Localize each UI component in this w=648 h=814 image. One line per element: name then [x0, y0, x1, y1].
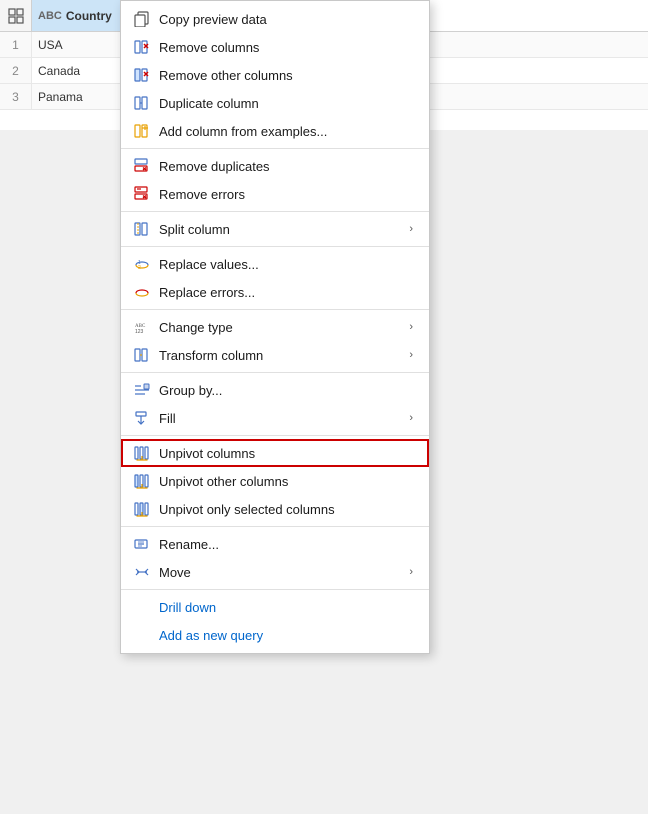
- menu-item-replace-values[interactable]: 1 2 Replace values...: [121, 250, 429, 278]
- remove-errors-icon: [133, 185, 151, 203]
- menu-item-remove-duplicates[interactable]: Remove duplicates: [121, 152, 429, 180]
- group-by-icon: [133, 381, 151, 399]
- menu-item-unpivot-selected-columns[interactable]: Unpivot only selected columns: [121, 495, 429, 523]
- group-by-label: Group by...: [159, 383, 413, 398]
- col-header-rownum: [0, 0, 32, 31]
- menu-item-change-type[interactable]: ABC 123 Change type ›: [121, 313, 429, 341]
- copy-icon: [133, 10, 151, 28]
- remove-other-columns-icon: [133, 66, 151, 84]
- replace-errors-icon: [133, 283, 151, 301]
- change-type-icon: ABC 123: [133, 318, 151, 336]
- menu-item-split-column[interactable]: Split column ›: [121, 215, 429, 243]
- menu-item-transform-column[interactable]: Transform column ›: [121, 341, 429, 369]
- menu-item-remove-other-columns[interactable]: Remove other columns: [121, 61, 429, 89]
- remove-errors-label: Remove errors: [159, 187, 413, 202]
- change-type-label: Change type: [159, 320, 401, 335]
- separator-7: [121, 526, 429, 527]
- replace-errors-label: Replace errors...: [159, 285, 413, 300]
- transform-column-label: Transform column: [159, 348, 401, 363]
- duplicate-column-label: Duplicate column: [159, 96, 413, 111]
- duplicate-column-icon: [133, 94, 151, 112]
- menu-item-remove-columns[interactable]: Remove columns: [121, 33, 429, 61]
- unpivot-columns-label: Unpivot columns: [159, 446, 413, 461]
- separator-6: [121, 435, 429, 436]
- unpivot-other-columns-icon: [133, 472, 151, 490]
- menu-item-drill-down[interactable]: Drill down: [121, 593, 429, 621]
- remove-duplicates-label: Remove duplicates: [159, 159, 413, 174]
- menu-item-fill[interactable]: Fill ›: [121, 404, 429, 432]
- unpivot-selected-columns-icon: [133, 500, 151, 518]
- fill-arrow: ›: [409, 412, 413, 424]
- replace-values-icon: 1 2: [133, 255, 151, 273]
- cell-rownum-1: 1: [0, 32, 32, 57]
- svg-text:123: 123: [135, 329, 144, 335]
- unpivot-columns-icon: [133, 444, 151, 462]
- add-column-examples-label: Add column from examples...: [159, 124, 413, 139]
- menu-item-add-column-examples[interactable]: Add column from examples...: [121, 117, 429, 145]
- split-column-arrow: ›: [409, 223, 413, 235]
- cell-rownum-3: 3: [0, 84, 32, 109]
- add-column-examples-icon: [133, 122, 151, 140]
- remove-other-columns-label: Remove other columns: [159, 68, 413, 83]
- remove-columns-icon: [133, 38, 151, 56]
- menu-item-duplicate-column[interactable]: Duplicate column: [121, 89, 429, 117]
- separator-4: [121, 309, 429, 310]
- move-icon: [133, 563, 151, 581]
- cell-rownum-2: 2: [0, 58, 32, 83]
- separator-8: [121, 589, 429, 590]
- split-column-icon: [133, 220, 151, 238]
- move-arrow: ›: [409, 566, 413, 578]
- menu-item-move[interactable]: Move ›: [121, 558, 429, 586]
- separator-3: [121, 246, 429, 247]
- remove-duplicates-icon: [133, 157, 151, 175]
- context-menu: Copy preview data Remove columns Remove …: [120, 0, 430, 654]
- svg-text:2: 2: [138, 265, 141, 271]
- menu-item-copy-preview[interactable]: Copy preview data: [121, 5, 429, 33]
- remove-columns-label: Remove columns: [159, 40, 413, 55]
- menu-item-unpivot-columns[interactable]: Unpivot columns: [121, 439, 429, 467]
- split-column-label: Split column: [159, 222, 401, 237]
- separator-2: [121, 211, 429, 212]
- fill-label: Fill: [159, 411, 401, 426]
- drill-down-icon: [133, 598, 151, 616]
- menu-item-add-new-query[interactable]: Add as new query: [121, 621, 429, 649]
- separator-5: [121, 372, 429, 373]
- add-new-query-label: Add as new query: [159, 628, 413, 643]
- menu-item-group-by[interactable]: Group by...: [121, 376, 429, 404]
- copy-preview-label: Copy preview data: [159, 12, 413, 27]
- menu-item-rename[interactable]: Rename...: [121, 530, 429, 558]
- replace-values-label: Replace values...: [159, 257, 413, 272]
- move-label: Move: [159, 565, 401, 580]
- unpivot-other-columns-label: Unpivot other columns: [159, 474, 413, 489]
- unpivot-selected-columns-label: Unpivot only selected columns: [159, 502, 413, 517]
- country-col-type: ABC: [38, 10, 62, 22]
- change-type-arrow: ›: [409, 321, 413, 333]
- menu-item-replace-errors[interactable]: Replace errors...: [121, 278, 429, 306]
- fill-icon: [133, 409, 151, 427]
- rename-icon: [133, 535, 151, 553]
- drill-down-label: Drill down: [159, 600, 413, 615]
- rename-label: Rename...: [159, 537, 413, 552]
- transform-column-arrow: ›: [409, 349, 413, 361]
- menu-item-unpivot-other-columns[interactable]: Unpivot other columns: [121, 467, 429, 495]
- transform-column-icon: [133, 346, 151, 364]
- separator-1: [121, 148, 429, 149]
- country-col-label: Country: [66, 9, 112, 23]
- add-new-query-icon: [133, 626, 151, 644]
- menu-item-remove-errors[interactable]: Remove errors: [121, 180, 429, 208]
